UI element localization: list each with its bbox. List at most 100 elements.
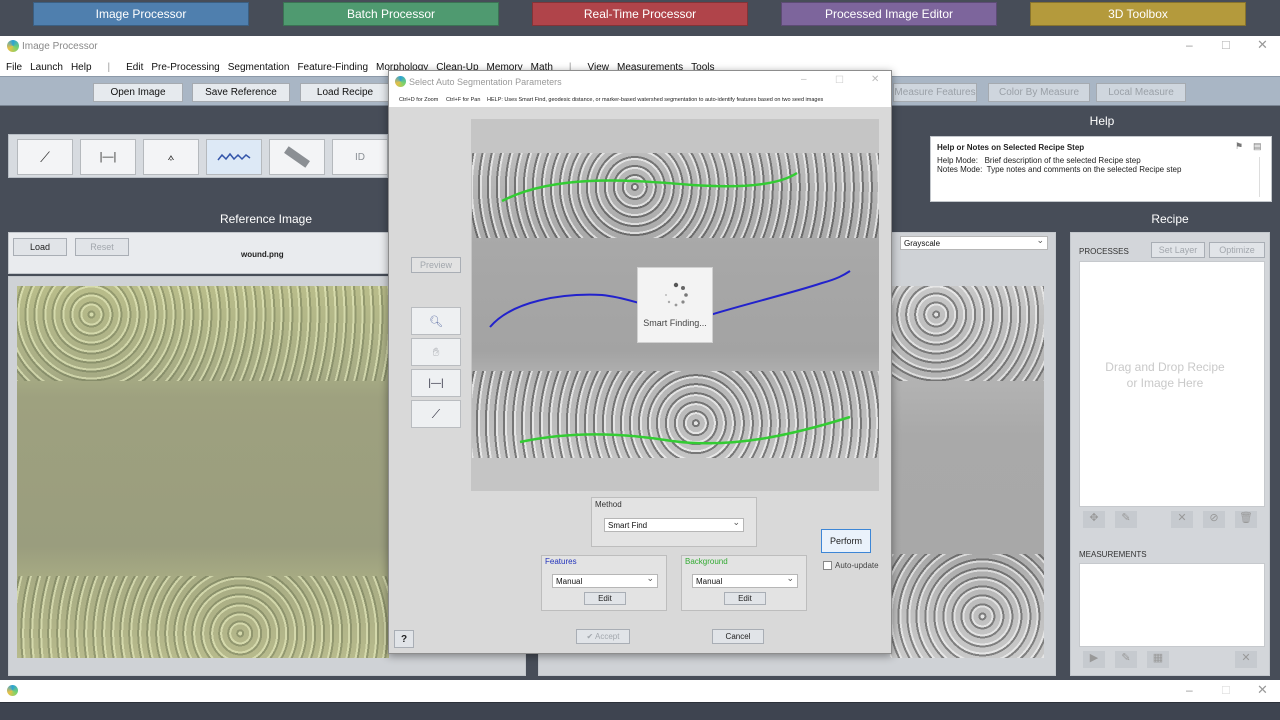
drop-hint-line-1: Drag and Drop Recipe <box>1105 360 1225 374</box>
menu-file[interactable]: File <box>0 62 26 73</box>
recipe-title: Recipe <box>1151 212 1189 226</box>
display-mode-select[interactable]: Grayscale <box>900 235 1048 250</box>
help-scrollbar[interactable] <box>1259 157 1269 197</box>
dialog-help-button[interactable]: ? <box>394 630 414 648</box>
load-reference-button[interactable]: Load <box>13 238 67 256</box>
processed-image[interactable] <box>890 286 1044 658</box>
eyedropper-icon: ⟋ <box>40 148 50 165</box>
features-group: Features Manual Edit <box>541 555 667 611</box>
notes-mode-icon[interactable]: ▤ <box>1253 141 1262 152</box>
accept-button[interactable]: ✔ Accept <box>576 629 630 644</box>
optimize-button[interactable]: Optimize <box>1209 242 1265 258</box>
add-step-icon[interactable]: ✥ <box>1083 511 1105 528</box>
help-panel: Help or Notes on Selected Recipe Step ⚑ … <box>930 136 1272 202</box>
delete-step-icon[interactable]: 🗑 <box>1235 511 1257 528</box>
secondary-logo-icon <box>7 685 18 696</box>
launcher-batch-processor[interactable]: Batch Processor <box>283 2 499 26</box>
tool-palette: ⟋ |—| ⟑ ID <box>8 134 388 178</box>
menu-feature-finding[interactable]: Feature-Finding <box>293 62 372 73</box>
measurements-label: MEASUREMENTS <box>1079 550 1147 559</box>
launcher-real-time-processor[interactable]: Real-Time Processor <box>532 2 748 26</box>
close-icon[interactable]: ✕ <box>1257 37 1268 53</box>
pan-tool-button[interactable]: ✋︎ <box>411 338 461 366</box>
method-select[interactable]: Smart Find <box>604 517 744 532</box>
dialog-logo-icon <box>395 76 406 87</box>
secondary-minimize-icon[interactable]: – <box>1186 683 1193 697</box>
reset-reference-button[interactable]: Reset <box>75 238 129 256</box>
dialog-maximize-icon[interactable]: ☐ <box>835 75 844 86</box>
remove-step-icon[interactable]: ✕ <box>1171 511 1193 528</box>
menu-edit[interactable]: Edit <box>122 62 147 73</box>
recipe-drop-zone[interactable]: Drag and Drop Recipe or Image Here <box>1079 261 1265 507</box>
window-titlebar: Image Processor – ☐ ✕ <box>0 36 1280 58</box>
smart-finding-text: Smart Finding... <box>643 318 707 328</box>
launcher-processed-image-editor[interactable]: Processed Image Editor <box>781 2 997 26</box>
id-tool-button[interactable]: ID <box>332 139 388 175</box>
zoom-tool-button[interactable]: 🔍︎ <box>411 307 461 335</box>
dialog-close-icon[interactable]: ✕ <box>871 74 879 85</box>
measure-tool-button[interactable]: |—| <box>411 369 461 397</box>
maximize-icon[interactable]: ☐ <box>1221 39 1231 52</box>
measure-features-button[interactable]: Measure Features <box>893 83 977 102</box>
play-icon[interactable]: ▶ <box>1083 651 1105 668</box>
angle-icon: ⟑ <box>167 150 175 163</box>
auto-update-label: Auto-update <box>835 561 879 570</box>
pan-hand-icon: ✋︎ <box>432 344 440 359</box>
dialog-title: Select Auto Segmentation Parameters <box>409 77 562 87</box>
zoom-icon: 🔍︎ <box>429 315 443 328</box>
save-reference-button[interactable]: Save Reference <box>192 83 290 102</box>
reference-image-title: Reference Image <box>219 212 313 226</box>
reference-image[interactable] <box>17 286 389 658</box>
disable-step-icon[interactable]: ⊘ <box>1203 511 1225 528</box>
menu-pre-processing[interactable]: Pre-Processing <box>147 62 223 73</box>
perform-button[interactable]: Perform <box>821 529 871 553</box>
open-image-button[interactable]: Open Image <box>93 83 183 102</box>
angle-tool-button[interactable]: ⟑ <box>143 139 199 175</box>
dialog-help-strip: Ctrl+D for Zoom Ctrl+F for Pan HELP: Use… <box>389 93 891 107</box>
eraser-icon <box>284 146 310 168</box>
dialog-minimize-icon[interactable]: – <box>801 74 807 85</box>
measure-line-tool-button[interactable]: |—| <box>80 139 136 175</box>
eraser-tool-button[interactable] <box>269 139 325 175</box>
menu-launch[interactable]: Launch <box>26 62 67 73</box>
load-recipe-button[interactable]: Load Recipe <box>300 83 390 102</box>
background-label: Background <box>685 557 728 566</box>
secondary-close-icon[interactable]: ✕ <box>1257 682 1268 698</box>
processes-label: PROCESSES <box>1079 247 1129 256</box>
reference-image-header: Load Reset wound.png <box>8 232 390 274</box>
picker-tool-button[interactable]: ⟋ <box>411 400 461 428</box>
background-select[interactable]: Manual <box>692 573 798 588</box>
help-header: Help or Notes on Selected Recipe Step <box>937 143 1085 152</box>
smart-finding-overlay: Smart Finding... <box>637 267 713 343</box>
color-by-measure-button[interactable]: Color By Measure <box>988 83 1090 102</box>
help-mode-flag-icon[interactable]: ⚑ <box>1235 141 1243 152</box>
dialog-titlebar: Select Auto Segmentation Parameters – ☐ … <box>389 71 891 93</box>
pan-hint: Ctrl+F for Pan <box>446 97 481 103</box>
profile-tool-button[interactable] <box>206 139 262 175</box>
local-measure-button[interactable]: Local Measure <box>1096 83 1186 102</box>
clear-measure-icon[interactable]: ✕ <box>1235 651 1257 668</box>
menu-segmentation[interactable]: Segmentation <box>224 62 294 73</box>
measurements-list[interactable] <box>1079 563 1265 647</box>
cancel-button[interactable]: Cancel <box>712 629 764 644</box>
set-layer-button[interactable]: Set Layer <box>1151 242 1205 258</box>
ruler-icon: |—| <box>428 377 444 389</box>
table-icon[interactable]: ▦ <box>1147 651 1169 668</box>
menu-help[interactable]: Help <box>67 62 96 73</box>
background-edit-button[interactable]: Edit <box>724 592 766 605</box>
edit-measure-icon[interactable]: ✎ <box>1115 651 1137 668</box>
auto-update-checkbox[interactable] <box>823 561 832 570</box>
reference-filename: wound.png <box>241 250 284 259</box>
features-edit-button[interactable]: Edit <box>584 592 626 605</box>
minimize-icon[interactable]: – <box>1186 38 1193 52</box>
secondary-maximize-icon[interactable]: ☐ <box>1221 684 1231 697</box>
background-seed-top-line <box>501 171 798 203</box>
menu-separator: | <box>107 61 111 73</box>
launcher-3d-toolbox[interactable]: 3D Toolbox <box>1030 2 1246 26</box>
launcher-image-processor[interactable]: Image Processor <box>33 2 249 26</box>
features-select[interactable]: Manual <box>552 573 658 588</box>
preview-button[interactable]: Preview <box>411 257 461 273</box>
eyedropper-tool-button[interactable]: ⟋ <box>17 139 73 175</box>
id-tool-label: ID <box>355 151 365 163</box>
edit-step-icon[interactable]: ✎ <box>1115 511 1137 528</box>
